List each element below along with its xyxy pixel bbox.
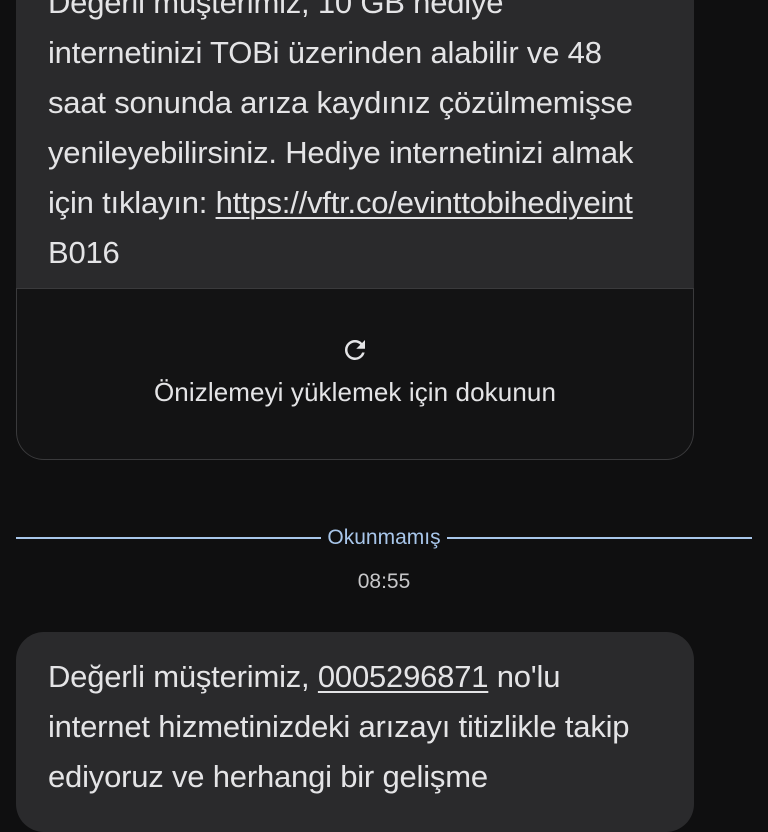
- divider-line-left: [16, 537, 322, 539]
- link-preview-placeholder[interactable]: Önizlemeyi yüklemek için dokunun: [16, 288, 694, 460]
- message-text: Değerli müşterimiz, 0005296871 no'lu int…: [48, 652, 662, 802]
- message-link[interactable]: 0005296871: [318, 659, 489, 694]
- unread-label: Okunmamış: [327, 526, 441, 549]
- message-text: Değerli müşterimiz, 10 GB hediye interne…: [48, 0, 662, 278]
- refresh-icon: [344, 339, 365, 360]
- message-bubble[interactable]: Değerli müşterimiz, 10 GB hediye interne…: [16, 0, 694, 460]
- divider-line-right: [446, 537, 753, 539]
- message-text-suffix: B016: [48, 235, 120, 270]
- message-text-body: Değerli müşterimiz,: [48, 659, 318, 694]
- preview-label: Önizlemeyi yüklemek için dokunun: [153, 377, 557, 407]
- message-timestamp: 08:55: [357, 570, 411, 593]
- message-link[interactable]: https://vftr.co/evinttobihediyeint: [216, 185, 633, 220]
- message-bubble[interactable]: Değerli müşterimiz, 0005296871 no'lu int…: [16, 632, 694, 832]
- unread-divider: Okunmamış: [16, 522, 753, 554]
